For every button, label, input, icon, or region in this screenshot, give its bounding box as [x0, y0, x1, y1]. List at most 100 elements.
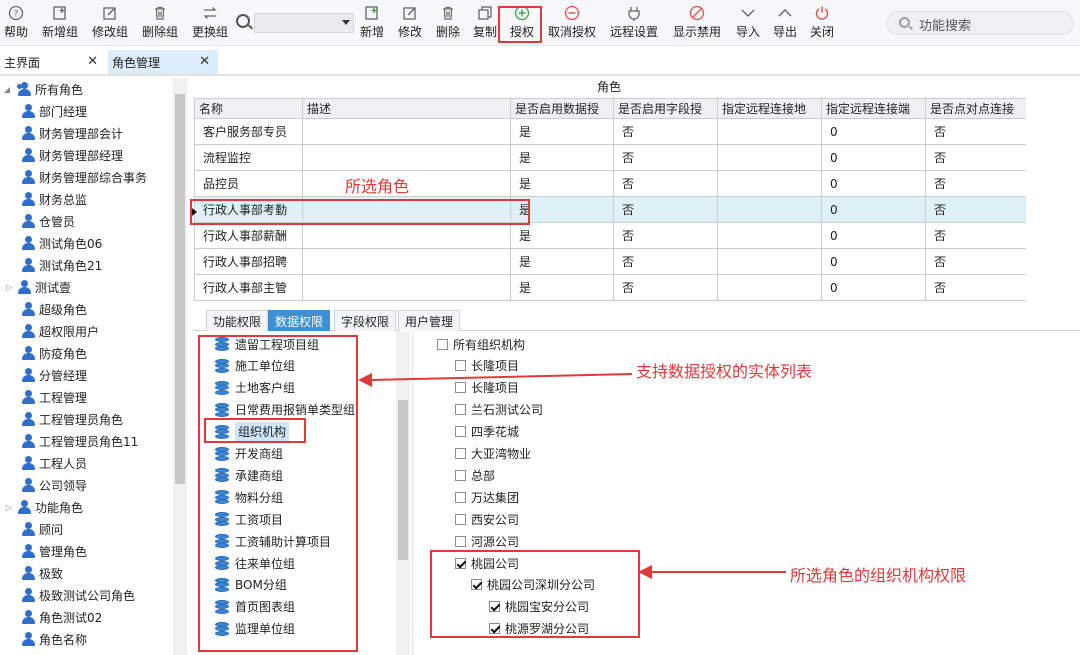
checkbox[interactable]: [455, 448, 466, 459]
org-item[interactable]: 所有组织机构: [437, 333, 525, 355]
tree-item[interactable]: 角色名称: [20, 628, 87, 650]
table-cell[interactable]: [717, 222, 822, 249]
column-header[interactable]: 名称: [194, 98, 303, 119]
table-cell[interactable]: 流程监控: [194, 144, 303, 171]
table-row[interactable]: 行政人事部主管是否 0 否: [194, 274, 1030, 301]
table-cell[interactable]: 否: [613, 144, 718, 171]
add-button[interactable]: 新增: [358, 3, 386, 43]
table-row[interactable]: 行政人事部招聘是否 0 否: [194, 248, 1030, 275]
tree-item[interactable]: 工程人员: [20, 452, 87, 474]
tree-item[interactable]: 防疫角色: [20, 342, 87, 364]
table-cell[interactable]: [717, 118, 822, 145]
table-cell[interactable]: 是: [510, 170, 614, 197]
tree-item[interactable]: 管理角色: [20, 540, 87, 562]
table-cell[interactable]: 品控员: [194, 170, 303, 197]
table-row[interactable]: 品控员是否 0 否: [194, 170, 1030, 197]
tab-field-permission[interactable]: 字段权限: [334, 310, 396, 331]
tree-item[interactable]: 工程管理员角色11: [20, 430, 138, 452]
table-row[interactable]: 行政人事部薪酬是否 0 否: [194, 222, 1030, 249]
table-cell[interactable]: 0: [821, 118, 926, 145]
swap-group-button[interactable]: 更换组: [190, 3, 230, 43]
edit-group-button[interactable]: 修改组: [90, 3, 130, 43]
table-cell[interactable]: 否: [613, 222, 718, 249]
help-button[interactable]: ? 帮助: [2, 3, 30, 43]
expand-triangle-icon[interactable]: ▷: [4, 283, 14, 292]
org-item[interactable]: 河源公司: [455, 530, 519, 552]
export-button[interactable]: 导出: [771, 3, 799, 43]
delete-button[interactable]: 删除: [434, 3, 462, 43]
checkbox[interactable]: [437, 338, 448, 350]
tree-item[interactable]: ▷ 功能角色: [6, 496, 83, 518]
import-button[interactable]: 导入: [734, 3, 762, 43]
table-row[interactable]: 客户服务部专员是否 0 否: [194, 118, 1030, 145]
tree-item[interactable]: 公司领导: [20, 474, 87, 496]
edit-button[interactable]: 修改: [396, 3, 424, 43]
column-header[interactable]: 是否启用数据授: [510, 98, 614, 119]
table-cell[interactable]: [717, 248, 822, 275]
tree-item[interactable]: 部门经理: [20, 100, 87, 122]
tab-role-management[interactable]: 角色管理 ✕: [108, 50, 218, 74]
table-cell[interactable]: 否: [925, 274, 1030, 301]
table-cell[interactable]: 是: [510, 248, 614, 275]
table-cell[interactable]: 否: [613, 248, 718, 275]
table-cell[interactable]: 行政人事部主管: [194, 274, 303, 301]
org-item[interactable]: 万达集团: [455, 486, 519, 508]
checkbox[interactable]: [455, 404, 466, 416]
tree-item[interactable]: ▷ 测试壹: [6, 276, 71, 298]
column-header[interactable]: 指定远程连接端: [821, 98, 926, 119]
close-button[interactable]: 关闭: [808, 3, 836, 43]
tab-main-close-icon[interactable]: ✕: [87, 54, 98, 69]
table-cell[interactable]: 是: [510, 144, 614, 171]
expand-triangle-icon[interactable]: ▷: [4, 503, 14, 512]
checkbox[interactable]: [455, 469, 466, 481]
org-item[interactable]: 兰石测试公司: [455, 399, 543, 421]
table-cell[interactable]: 否: [925, 170, 1030, 197]
tree-item[interactable]: 角色测试02: [20, 606, 102, 628]
table-cell[interactable]: 0: [821, 248, 926, 275]
table-cell[interactable]: 0: [821, 274, 926, 301]
revoke-button[interactable]: 取消授权: [547, 3, 597, 43]
table-cell[interactable]: 客户服务部专员: [194, 118, 303, 145]
column-header[interactable]: 是否启用字段授: [613, 98, 718, 119]
table-cell[interactable]: [302, 118, 511, 145]
table-cell[interactable]: 否: [613, 274, 718, 301]
tree-item[interactable]: 财务管理部综合事务: [20, 166, 147, 188]
table-cell[interactable]: [302, 144, 511, 171]
table-cell[interactable]: 行政人事部薪酬: [194, 222, 303, 249]
delete-group-button[interactable]: 删除组: [140, 3, 180, 43]
table-cell[interactable]: [717, 170, 822, 197]
checkbox[interactable]: [455, 535, 466, 547]
tree-item[interactable]: 超权限用户: [20, 320, 99, 342]
table-cell[interactable]: 否: [925, 144, 1030, 171]
tree-item[interactable]: 分管经理: [20, 364, 87, 386]
table-cell[interactable]: 否: [925, 248, 1030, 275]
dropdown-arrow-icon[interactable]: [342, 20, 350, 25]
table-cell[interactable]: 0: [821, 222, 926, 249]
table-cell[interactable]: 否: [925, 118, 1030, 145]
tab-data-permission[interactable]: 数据权限: [268, 310, 330, 331]
table-cell[interactable]: 否: [925, 222, 1030, 249]
table-cell[interactable]: [717, 196, 822, 223]
checkbox[interactable]: [455, 513, 466, 525]
table-cell[interactable]: [302, 248, 511, 275]
column-header[interactable]: 是否点对点连接: [925, 98, 1030, 119]
checkbox[interactable]: [455, 491, 466, 503]
tree-item[interactable]: 财务管理部经理: [20, 144, 123, 166]
tree-item[interactable]: 极致: [20, 562, 63, 584]
table-cell[interactable]: 行政人事部招聘: [194, 248, 303, 275]
tree-item[interactable]: 顾问: [20, 518, 63, 540]
tab-main[interactable]: 主界面 ✕: [0, 50, 106, 74]
table-cell[interactable]: [302, 222, 511, 249]
collapse-triangle-icon[interactable]: ◢: [2, 85, 12, 94]
tree-item[interactable]: 工程管理: [20, 386, 87, 408]
tree-root[interactable]: ◢ 所有角色: [2, 78, 83, 100]
table-cell[interactable]: 是: [510, 222, 614, 249]
table-cell[interactable]: [717, 274, 822, 301]
remote-settings-button[interactable]: 远程设置: [609, 3, 659, 43]
table-cell[interactable]: 否: [925, 196, 1030, 223]
tree-item[interactable]: 测试角色21: [20, 254, 102, 276]
org-item[interactable]: 总部: [455, 464, 495, 486]
checkbox[interactable]: [455, 426, 466, 438]
tree-scrollbar-thumb[interactable]: [175, 94, 185, 484]
table-cell[interactable]: 是: [510, 274, 614, 301]
